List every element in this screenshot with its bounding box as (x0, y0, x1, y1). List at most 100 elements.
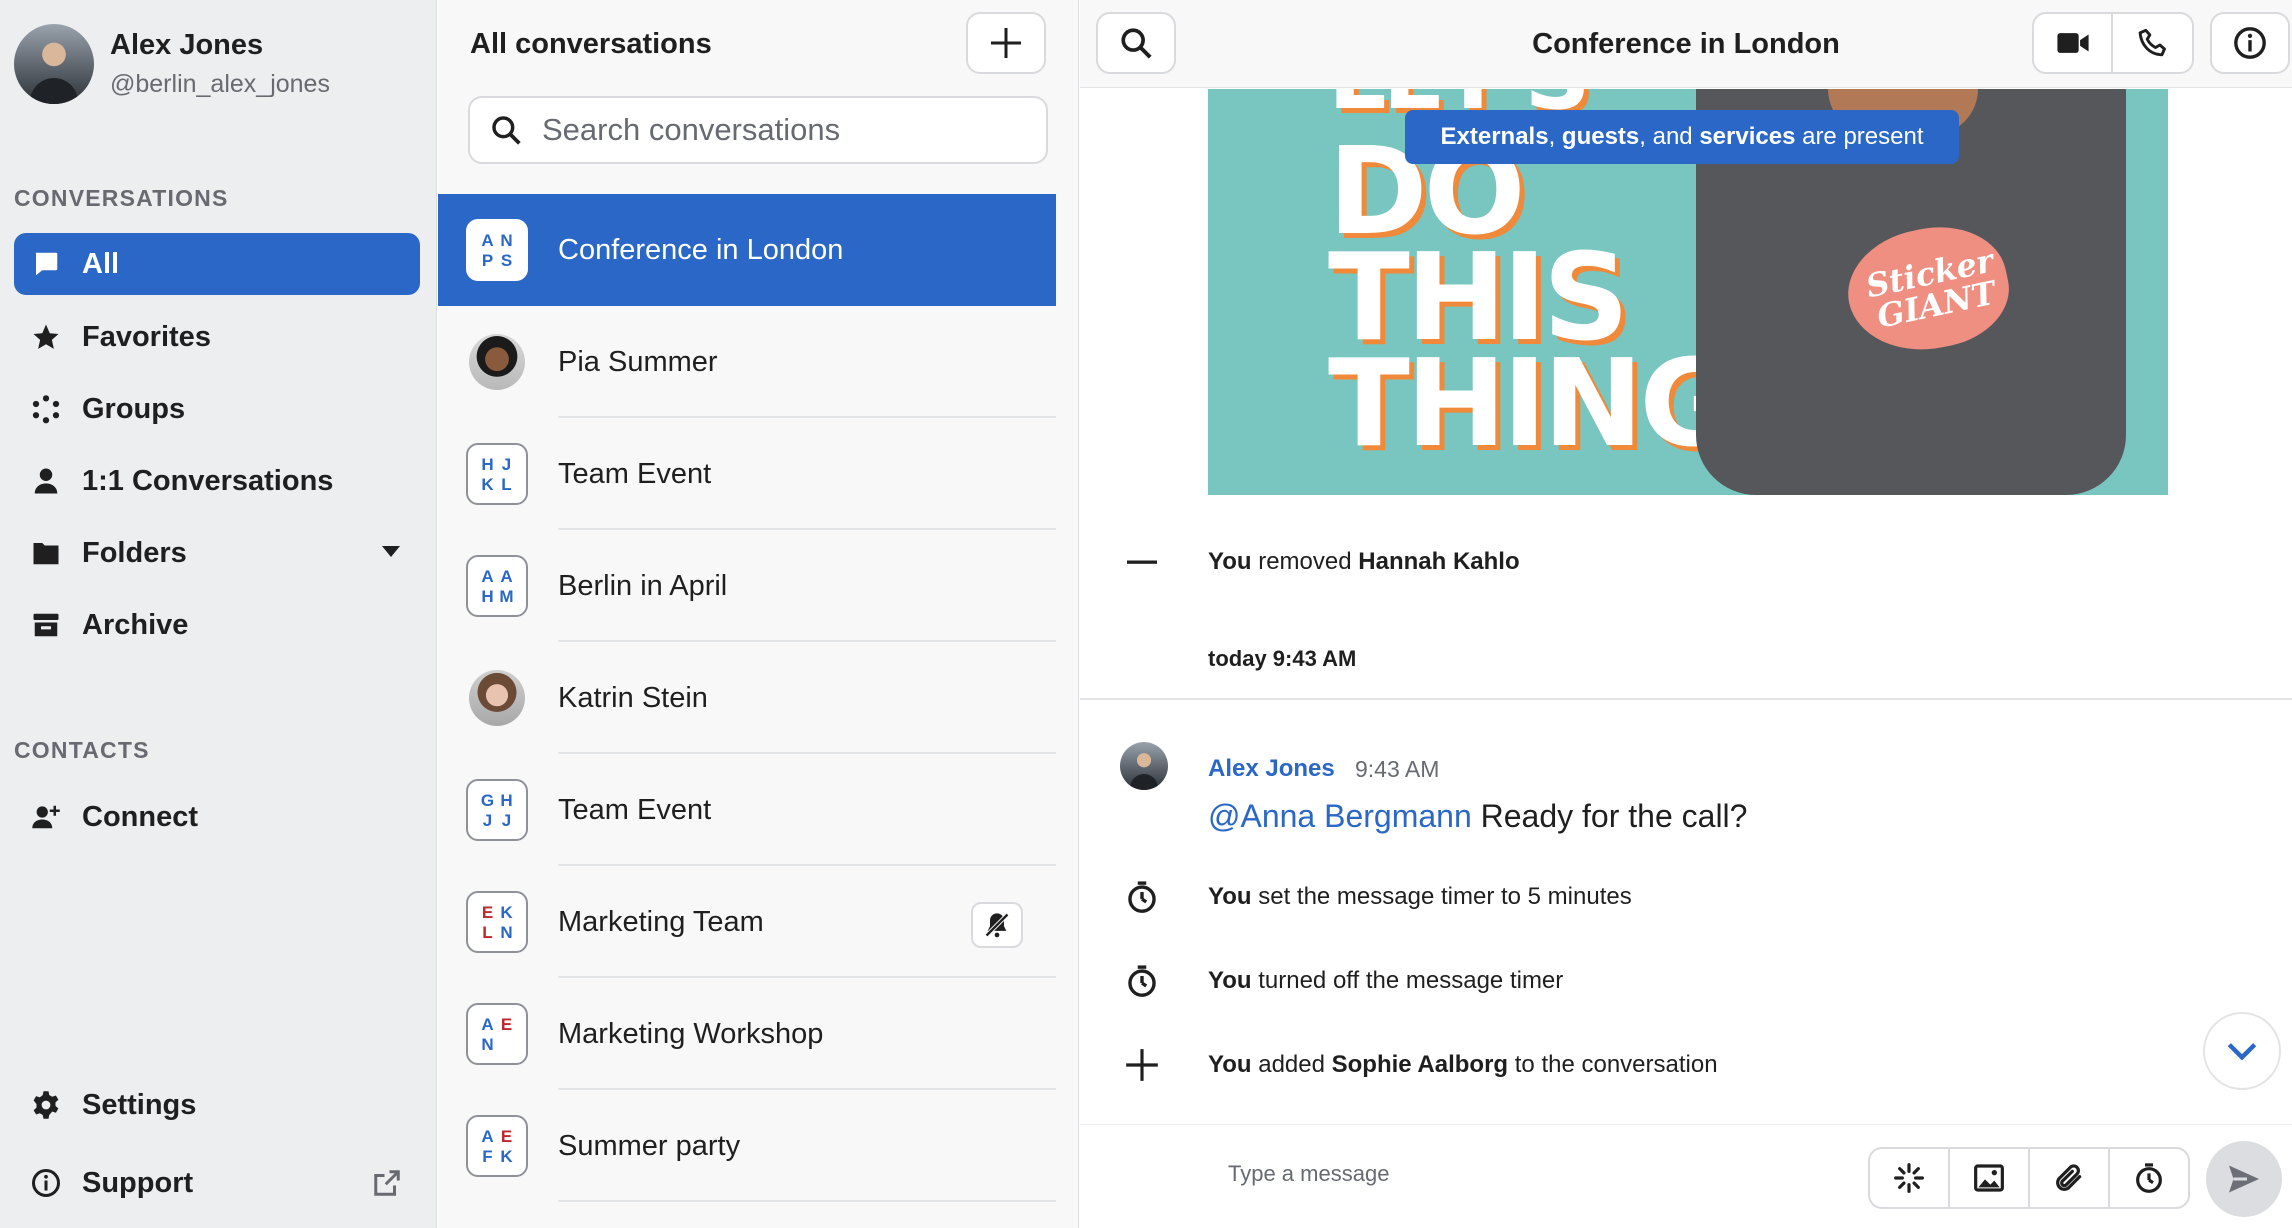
avatar-letter: E (500, 1126, 513, 1146)
conversation-details-button[interactable] (2210, 12, 2290, 74)
day-label: today 9:43 AM (1208, 646, 1357, 671)
system-text: to the conversation (1514, 1051, 1718, 1078)
avatar (466, 331, 528, 393)
system-message-timer-set: You set the message timer to 5 minutes (1080, 875, 2292, 919)
sparkle-icon (1894, 1163, 1924, 1193)
sidebar-item-label: Connect (82, 800, 198, 833)
conversation-name: Conference in London (558, 233, 844, 266)
sidebar-item-label: Settings (82, 1088, 197, 1121)
group-avatar: E K L N (466, 891, 528, 953)
timer-icon (1122, 877, 1162, 917)
avatar-letter: H (481, 586, 494, 606)
avatar-letter (497, 1034, 516, 1054)
info-icon (28, 1165, 64, 1201)
muted-badge[interactable] (971, 902, 1023, 948)
avatar-letter: A (481, 1014, 494, 1034)
user-profile[interactable]: Alex Jones @berlin_alex_jones (14, 24, 330, 104)
contacts-section-label: CONTACTS (14, 737, 150, 763)
banner-text: are present (1802, 123, 1924, 150)
avatar-letter: A (500, 566, 513, 586)
system-message-text: You added Sophie Aalborg to the conversa… (1208, 1051, 1718, 1079)
sidebar-item-support[interactable]: Support (14, 1152, 420, 1214)
avatar-letter: K (500, 902, 513, 922)
sidebar-item-one-on-one[interactable]: 1:1 Conversations (14, 450, 420, 512)
avatar (466, 667, 528, 729)
avatar-letter: L (482, 922, 493, 942)
mention-link[interactable]: @Anna Bergmann (1208, 798, 1472, 834)
system-message-text: You turned off the message timer (1208, 967, 1563, 995)
avatar-letter: N (500, 230, 513, 250)
group-avatar: G H J J (466, 779, 528, 841)
conversation-item[interactable]: A E F K Summer party (438, 1090, 1056, 1202)
avatar-letter: K (481, 474, 494, 494)
message-body: @Anna Bergmann Ready for the call? (1208, 798, 1747, 835)
sidebar-item-favorites[interactable]: Favorites (14, 306, 420, 368)
message-input[interactable] (1228, 1161, 1788, 1187)
message-timer-button[interactable] (2110, 1149, 2188, 1207)
avatar-letter: J (482, 810, 493, 830)
conversation-item[interactable]: Pia Summer (438, 306, 1056, 418)
user-handle: @berlin_alex_jones (110, 70, 330, 98)
avatar[interactable] (1120, 742, 1168, 790)
group-avatar: H J K L (466, 443, 528, 505)
plus-icon (1122, 1045, 1162, 1085)
sidebar-item-all[interactable]: All (14, 233, 420, 295)
audio-call-button[interactable] (2113, 14, 2192, 72)
conversation-item[interactable]: Katrin Stein (438, 642, 1056, 754)
guests-present-banner[interactable]: Externals, guests, and services are pres… (1405, 110, 1959, 164)
archive-icon (28, 607, 64, 643)
sidebar-item-label: Folders (82, 536, 187, 569)
gear-icon (28, 1087, 64, 1123)
sidebar-item-groups[interactable]: Groups (14, 378, 420, 440)
video-call-button[interactable] (2034, 14, 2114, 72)
composer-tools (1868, 1147, 2190, 1209)
timer-icon (2136, 1163, 2162, 1193)
conversation-list-panel: All conversations A N P S Conference in … (438, 0, 1079, 1228)
gif-button[interactable] (1870, 1149, 1950, 1207)
actor: You (1208, 1051, 1252, 1078)
attach-file-button[interactable] (2030, 1149, 2110, 1207)
actor: You (1208, 548, 1252, 575)
person-icon (28, 463, 64, 499)
image-upload-button[interactable] (1950, 1149, 2030, 1207)
conversation-item[interactable]: A E N Marketing Workshop (438, 978, 1056, 1090)
banner-word: guests (1561, 123, 1640, 150)
scroll-to-bottom-button[interactable] (2203, 1012, 2281, 1090)
search-box[interactable] (468, 96, 1048, 164)
message-author[interactable]: Alex Jones (1208, 755, 1335, 783)
chat-bubble-icon (28, 246, 64, 282)
sidebar-item-archive[interactable]: Archive (14, 594, 420, 656)
system-message-timer-off: You turned off the message timer (1080, 959, 2292, 1003)
group-avatar: A E N (466, 1003, 528, 1065)
sidebar: Alex Jones @berlin_alex_jones CONVERSATI… (0, 0, 437, 1228)
avatar-letter: E (500, 1014, 513, 1034)
sidebar-item-folders[interactable]: Folders (14, 522, 420, 584)
folder-icon (28, 535, 64, 571)
sidebar-item-connect[interactable]: Connect (14, 786, 420, 848)
sidebar-item-label: Support (82, 1166, 194, 1199)
send-button[interactable] (2206, 1141, 2282, 1217)
sidebar-item-settings[interactable]: Settings (14, 1074, 420, 1136)
sidebar-item-label: 1:1 Conversations (82, 464, 334, 497)
conversation-item[interactable]: H J K L Team Event (438, 418, 1056, 530)
avatar-letter: E (481, 902, 494, 922)
image-icon (1974, 1164, 2004, 1192)
search-input[interactable] (542, 112, 1042, 148)
chat-header: Conference in London (1080, 0, 2292, 88)
new-conversation-button[interactable] (966, 12, 1046, 74)
avatar[interactable] (14, 24, 94, 104)
avatar-letter: N (500, 922, 513, 942)
chevron-down-icon[interactable] (382, 546, 400, 557)
conversation-item[interactable]: E K L N Marketing Team (438, 866, 1056, 978)
avatar-letter: F (482, 1146, 493, 1166)
conversation-item[interactable]: A N P S Conference in London (438, 194, 1056, 306)
conversation-item[interactable]: G H J J Team Event (438, 754, 1056, 866)
sidebar-item-label: Archive (82, 608, 189, 641)
banner-text: , and (1639, 123, 1693, 150)
minus-icon (1122, 542, 1162, 582)
avatar-letter: J (501, 810, 512, 830)
message-composer (1080, 1124, 2292, 1228)
conversation-item[interactable]: A A H M Berlin in April (438, 530, 1056, 642)
verb: added (1258, 1051, 1325, 1078)
conversations-section-label: CONVERSATIONS (14, 185, 229, 211)
